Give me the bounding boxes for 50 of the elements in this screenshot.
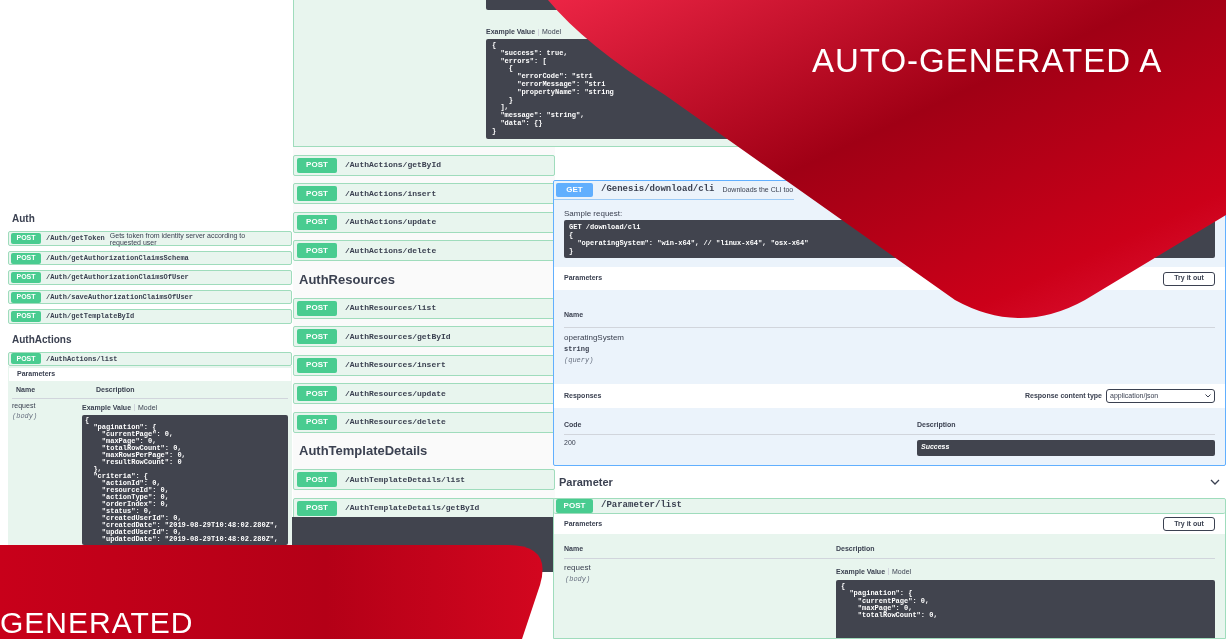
section-heading: Parameter (559, 474, 613, 490)
method-badge: POST (297, 186, 337, 201)
operation-row[interactable]: POST /AuthResources/update (293, 383, 555, 404)
method-badge: POST (297, 157, 337, 173)
operation-row[interactable]: POST /AuthResources/getById (293, 326, 555, 347)
endpoint-path: /AuthResources/getById (345, 330, 451, 343)
method-badge: POST (297, 472, 337, 487)
parameter-name: request (564, 561, 592, 574)
method-badge: POST (297, 500, 337, 516)
endpoint-path: /AuthActions/update (345, 216, 437, 228)
method-badge: GET (556, 183, 593, 197)
chevron-icon[interactable] (1210, 479, 1220, 485)
method-badge: POST (297, 414, 337, 430)
endpoint-path: /Genesis/download/cli (601, 183, 715, 197)
method-badge: POST (297, 214, 337, 230)
operation-row[interactable]: POST /AuthTemplateDetails/getById (293, 497, 555, 519)
section-heading: AuthTemplateDetails (298, 442, 429, 460)
method-badge: POST (297, 386, 337, 401)
section-heading: AuthActions (11, 332, 73, 347)
operation-row[interactable]: POST /AuthActions/update (293, 211, 555, 233)
endpoint-path: /AuthActions/delete (345, 244, 437, 257)
operation-row[interactable]: POST /AuthActions/getById (293, 154, 555, 176)
endpoint-path: /AuthTemplateDetails/list (345, 473, 466, 486)
operation-row[interactable]: POST /AuthResources/insert (293, 354, 555, 376)
endpoint-path: /Parameter/list (601, 499, 682, 513)
method-badge: POST (556, 499, 593, 513)
banner-headline: AUTO-GENERATED A (812, 44, 1163, 77)
banner-text: GENERATED (0, 608, 194, 638)
operation-row[interactable]: POST /Parameter/list (554, 499, 1225, 514)
endpoint-path: /AuthResources/delete (345, 416, 446, 428)
method-badge: POST (297, 243, 337, 258)
operation-row[interactable]: POST /AuthActions/delete (293, 240, 555, 261)
operation-row[interactable]: POST /AuthResources/delete (293, 411, 555, 433)
sample-request-label: Sample request: (563, 208, 624, 220)
operation-row[interactable]: POST /AuthActions/insert (293, 183, 555, 204)
endpoint-path: /AuthActions/getById (345, 159, 441, 171)
endpoint-path: /AuthResources/list (345, 302, 437, 314)
parameter-name: operatingSystem (564, 332, 626, 344)
operation-row[interactable]: POST /AuthResources/list (293, 297, 555, 319)
operation-row[interactable]: POST /AuthTemplateDetails/list (293, 469, 555, 490)
endpoint-path: /AuthActions/insert (345, 187, 437, 200)
method-badge: POST (297, 300, 337, 316)
endpoint-path: /AuthTemplateDetails/getById (345, 502, 480, 514)
endpoint-path: /AuthResources/insert (345, 359, 446, 371)
endpoint-path: /AuthResources/update (345, 387, 446, 400)
method-badge: POST (297, 329, 337, 344)
caret-icon (1205, 394, 1211, 398)
method-badge: POST (297, 357, 337, 373)
section-heading: AuthResources (298, 270, 397, 289)
section-heading: Auth (11, 212, 36, 226)
